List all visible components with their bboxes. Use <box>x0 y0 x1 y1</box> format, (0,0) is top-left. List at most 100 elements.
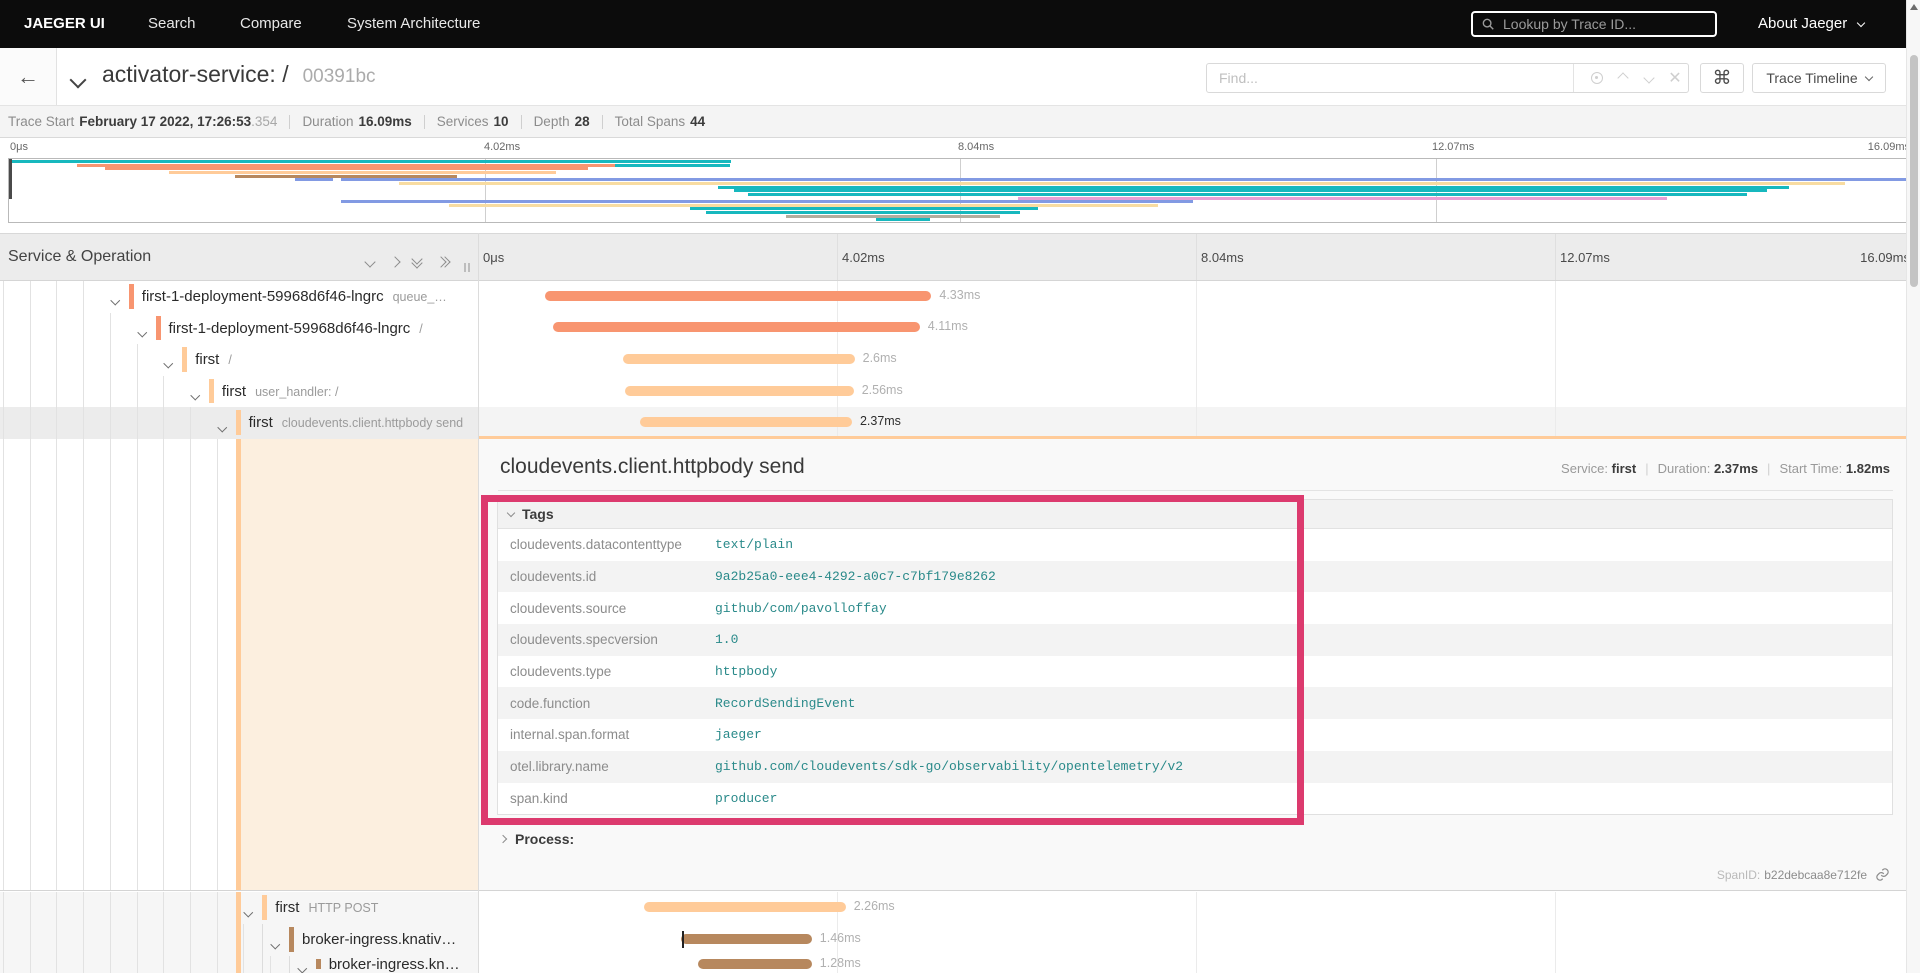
span-duration-bar[interactable] <box>640 417 852 428</box>
span-row-name-cell[interactable]: broker-ingress.knativ… <box>0 924 478 956</box>
divider <box>289 114 291 129</box>
minimap-span-bar <box>398 181 1846 185</box>
span-name-label[interactable]: first user_handler: / <box>222 376 339 408</box>
row-collapse-chevron[interactable] <box>270 934 280 952</box>
indent-guide <box>56 892 58 924</box>
scrollbar-thumb[interactable] <box>1909 55 1918 287</box>
span-name-label[interactable]: broker-ingress.kn… <box>329 956 460 973</box>
span-row-name-cell[interactable]: first-1-deployment-59968d6f46-lngrc / <box>0 312 478 345</box>
span-row[interactable]: first cloudevents.client.httpbody send 2.3… <box>0 407 1920 439</box>
timeline-minimap[interactable] <box>8 158 1912 223</box>
row-collapse-chevron[interactable] <box>110 291 120 309</box>
minimap-span-bar <box>876 218 931 222</box>
nav-item-system-architecture[interactable]: System Architecture <box>347 0 480 48</box>
span-name-label[interactable]: first cloudevents.client.httpbody send <box>249 407 464 439</box>
span-duration-bar[interactable] <box>552 322 920 333</box>
span-row[interactable]: first-1-deployment-59968d6f46-lngrc queue… <box>0 281 1920 313</box>
span-duration-bar[interactable] <box>625 385 854 396</box>
row-gridline <box>1196 892 1197 924</box>
about-jaeger-menu[interactable]: About Jaeger <box>1758 0 1866 48</box>
span-name-label[interactable]: first / <box>195 344 232 376</box>
span-name-label[interactable]: first-1-deployment-59968d6f46-lngrc queue… <box>142 281 447 313</box>
span-row-name-cell[interactable]: first-1-deployment-59968d6f46-lngrc queue… <box>0 281 478 313</box>
span-duration-bar[interactable] <box>681 934 812 944</box>
row-collapse-chevron[interactable] <box>163 354 174 372</box>
row-gridline <box>1555 892 1556 924</box>
process-section-header[interactable]: Process: <box>498 831 574 847</box>
chevron-down-icon <box>1864 72 1873 81</box>
span-log-marker[interactable] <box>682 930 684 948</box>
span-name-label[interactable]: broker-ingress.knativ… <box>302 924 456 956</box>
collapse-all-icon[interactable] <box>410 250 429 269</box>
indent-guide <box>83 924 85 956</box>
span-row[interactable]: broker-ingress.kn… 1.28ms <box>0 956 1920 973</box>
span-row[interactable]: first user_handler: / 2.56ms <box>0 375 1920 408</box>
span-row-name-cell[interactable]: first HTTP POST <box>0 892 478 924</box>
span-row-name-cell[interactable]: broker-ingress.kn… <box>0 956 478 973</box>
next-match-icon[interactable] <box>1636 64 1662 92</box>
span-row-name-cell[interactable]: first user_handler: / <box>0 375 478 408</box>
row-gridline <box>1555 312 1556 345</box>
match-scroll-icon[interactable] <box>1584 64 1610 92</box>
row-collapse-chevron[interactable] <box>217 417 227 435</box>
nav-item-search[interactable]: Search <box>148 0 196 48</box>
back-button[interactable]: ← <box>0 48 57 105</box>
span-color-bar <box>182 347 188 372</box>
timeline-tick-label: 12.07ms <box>1560 250 1610 265</box>
indent-guide <box>29 892 31 924</box>
span-duration-bar[interactable] <box>544 290 932 301</box>
scrollbar-up-arrow[interactable] <box>1910 4 1918 10</box>
nav-item-compare[interactable]: Compare <box>240 0 302 48</box>
span-duration-bar[interactable] <box>644 902 846 912</box>
span-duration-bar[interactable] <box>697 958 812 969</box>
chevron-down-icon <box>1857 18 1866 28</box>
expand-one-icon[interactable] <box>389 253 401 271</box>
column-resize-grip[interactable] <box>464 263 472 272</box>
indent-guide <box>136 344 138 376</box>
tag-key: otel.library.name <box>510 759 609 775</box>
span-duration-label: 2.56ms <box>861 382 903 397</box>
trace-view-selector[interactable]: Trace Timeline <box>1752 63 1886 93</box>
span-color-bar <box>235 410 241 435</box>
meta-label: Total Spans <box>614 114 686 129</box>
span-duration-bar[interactable] <box>622 353 855 364</box>
indent-guide <box>29 281 31 313</box>
app-brand[interactable]: JAEGER UI <box>24 0 105 48</box>
span-name-label[interactable]: first-1-deployment-59968d6f46-lngrc / <box>169 313 423 345</box>
collapse-one-icon[interactable] <box>364 253 376 271</box>
indent-guide <box>189 407 191 439</box>
minimap-span-bar <box>76 163 616 167</box>
span-row[interactable]: first / 2.6ms <box>0 344 1920 376</box>
row-gridline <box>1196 924 1197 956</box>
jaeger-trace-page: JAEGER UI Search Compare System Architectu… <box>0 0 1920 973</box>
minimap-viewport-handle[interactable] <box>9 159 12 199</box>
span-color-bar <box>315 959 321 969</box>
keyboard-shortcuts-button[interactable]: ⌘ <box>1700 63 1744 93</box>
tags-section-header[interactable]: Tags <box>498 500 1892 529</box>
row-collapse-chevron[interactable] <box>243 902 254 920</box>
span-row[interactable]: broker-ingress.knativ… 1.46ms <box>0 924 1920 956</box>
row-collapse-chevron[interactable] <box>137 322 147 340</box>
minimap-span-bar <box>104 167 589 171</box>
indent-guide <box>3 344 4 376</box>
span-row[interactable]: first HTTP POST 2.26ms <box>0 892 1920 924</box>
expand-all-icon[interactable] <box>435 253 453 271</box>
back-arrow-icon: ← <box>17 64 39 89</box>
span-row[interactable]: first-1-deployment-59968d6f46-lngrc / 4.11… <box>0 312 1920 345</box>
indent-guide <box>163 924 165 956</box>
span-service-name: broker-ingress.kn… <box>328 956 460 973</box>
row-collapse-chevron[interactable] <box>297 959 307 973</box>
trace-name[interactable]: activator-service: / <box>102 61 289 87</box>
link-icon[interactable] <box>1875 867 1890 882</box>
span-row-name-cell[interactable]: first / <box>0 344 478 376</box>
trace-lookup-box[interactable] <box>1471 11 1717 37</box>
span-name-label[interactable]: first HTTP POST <box>275 892 378 924</box>
trace-lookup-input[interactable] <box>1501 15 1695 33</box>
prev-match-icon[interactable] <box>1610 64 1636 92</box>
span-color-bar <box>262 895 268 920</box>
find-input[interactable] <box>1207 69 1551 87</box>
span-row-name-cell[interactable]: first cloudevents.client.httpbody send <box>0 407 478 439</box>
clear-find-icon[interactable]: ✕ <box>1662 64 1688 92</box>
row-collapse-chevron[interactable] <box>190 386 200 404</box>
trace-collapse-toggle[interactable] <box>69 71 87 91</box>
